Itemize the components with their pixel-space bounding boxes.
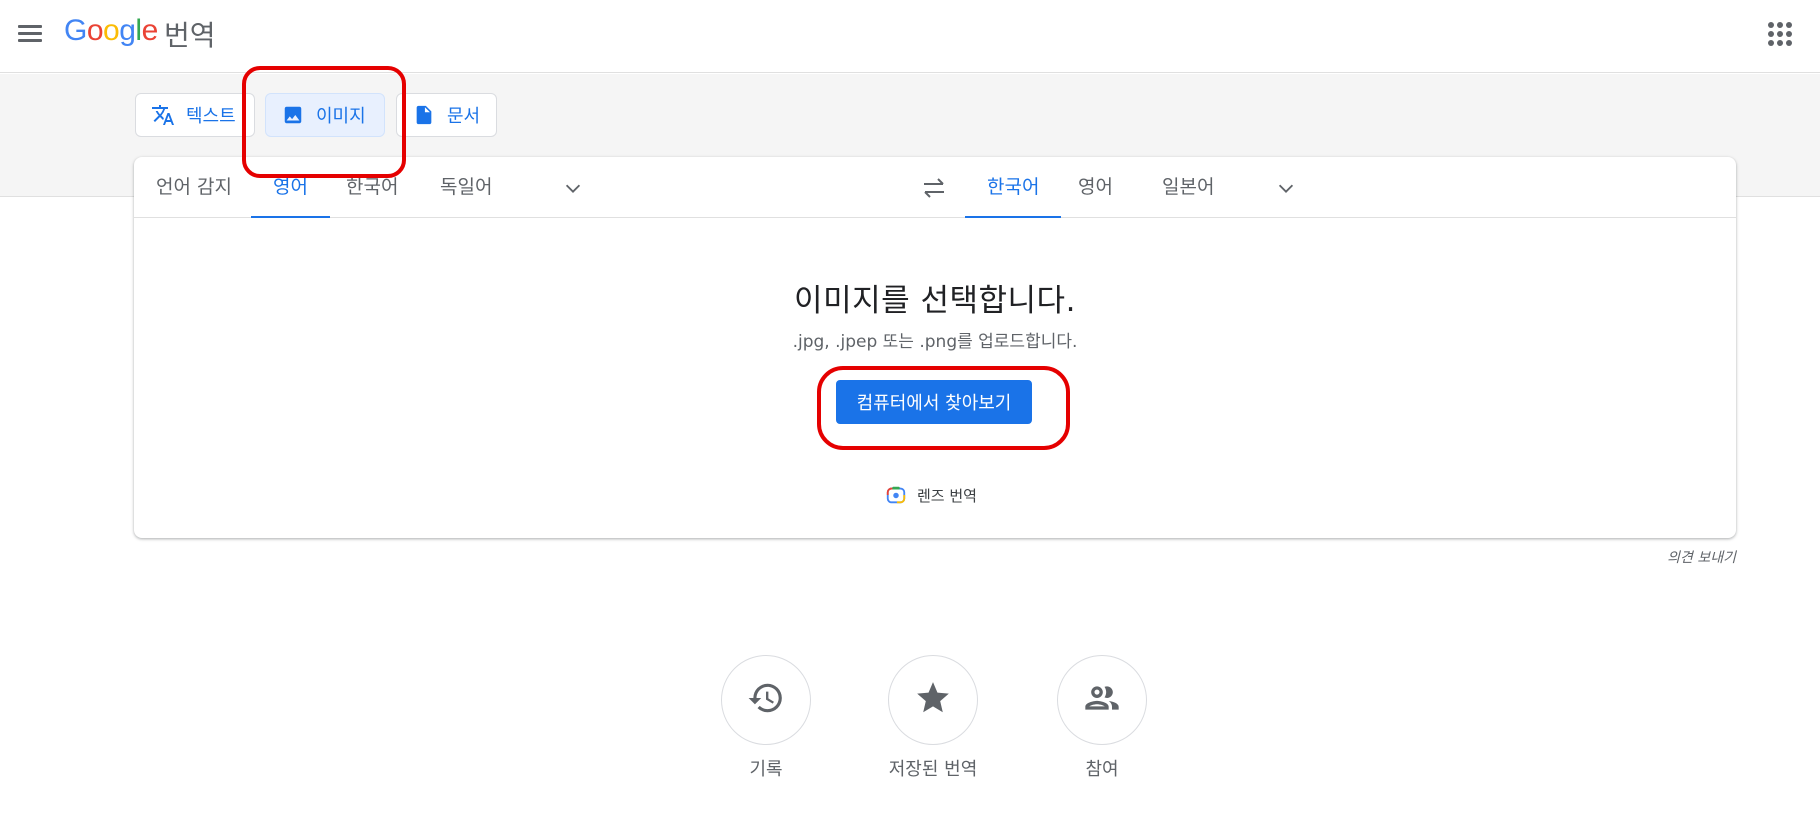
tab-text[interactable]: 텍스트 — [135, 93, 255, 137]
saved-translations-action[interactable]: 저장된 번역 — [863, 655, 1003, 781]
swap-languages-icon[interactable] — [919, 175, 949, 201]
history-button[interactable] — [721, 655, 811, 745]
target-lang-english[interactable]: 영어 — [1056, 157, 1135, 218]
language-bar: 언어 감지 영어 한국어 독일어 한국어 영어 일본어 — [134, 157, 1736, 218]
saved-translations-button[interactable] — [888, 655, 978, 745]
google-lens-icon — [885, 484, 907, 506]
tab-document-label: 문서 — [447, 106, 481, 127]
product-name: 번역 — [164, 19, 216, 52]
upload-subtitle: .jpg, .jpep 또는 .png를 업로드합니다. — [792, 332, 1078, 352]
lens-translate-label: 렌즈 번역 — [917, 486, 977, 505]
send-feedback-link[interactable]: 의견 보내기 — [1667, 547, 1736, 567]
history-icon — [747, 679, 785, 721]
history-action[interactable]: 기록 — [696, 655, 836, 781]
community-label: 참여 — [1085, 759, 1119, 780]
community-action[interactable]: 참여 — [1032, 655, 1172, 781]
top-app-bar: Google 번역 — [0, 0, 1820, 73]
community-icon — [1082, 678, 1122, 722]
lens-translate-link[interactable]: 렌즈 번역 — [885, 484, 977, 506]
image-icon — [280, 103, 306, 127]
hamburger-menu-icon[interactable] — [16, 21, 44, 45]
source-more-languages-icon[interactable] — [562, 177, 584, 199]
browse-computer-button[interactable]: 컴퓨터에서 찾아보기 — [836, 380, 1032, 424]
history-label: 기록 — [749, 759, 783, 780]
apps-grid-icon[interactable] — [1768, 22, 1792, 46]
document-icon — [411, 103, 437, 127]
upload-title: 이미지를 선택합니다. — [794, 283, 1076, 319]
translation-card: 언어 감지 영어 한국어 독일어 한국어 영어 일본어 이미지를 선택합니다. … — [134, 157, 1736, 538]
target-lang-japanese[interactable]: 일본어 — [1140, 157, 1236, 218]
translate-icon — [150, 103, 176, 127]
target-more-languages-icon[interactable] — [1275, 177, 1297, 199]
source-lang-korean[interactable]: 한국어 — [324, 157, 420, 218]
star-icon — [914, 679, 952, 721]
source-lang-german[interactable]: 독일어 — [418, 157, 514, 218]
tab-document[interactable]: 문서 — [396, 93, 497, 137]
target-lang-korean[interactable]: 한국어 — [965, 157, 1062, 218]
tab-image[interactable]: 이미지 — [265, 93, 385, 137]
tab-image-label: 이미지 — [316, 106, 366, 127]
source-lang-detect[interactable]: 언어 감지 — [134, 157, 254, 218]
tab-text-label: 텍스트 — [186, 106, 236, 127]
community-button[interactable] — [1057, 655, 1147, 745]
google-logo[interactable]: Google — [64, 14, 158, 48]
saved-translations-label: 저장된 번역 — [888, 759, 978, 780]
source-lang-english[interactable]: 영어 — [251, 157, 330, 218]
